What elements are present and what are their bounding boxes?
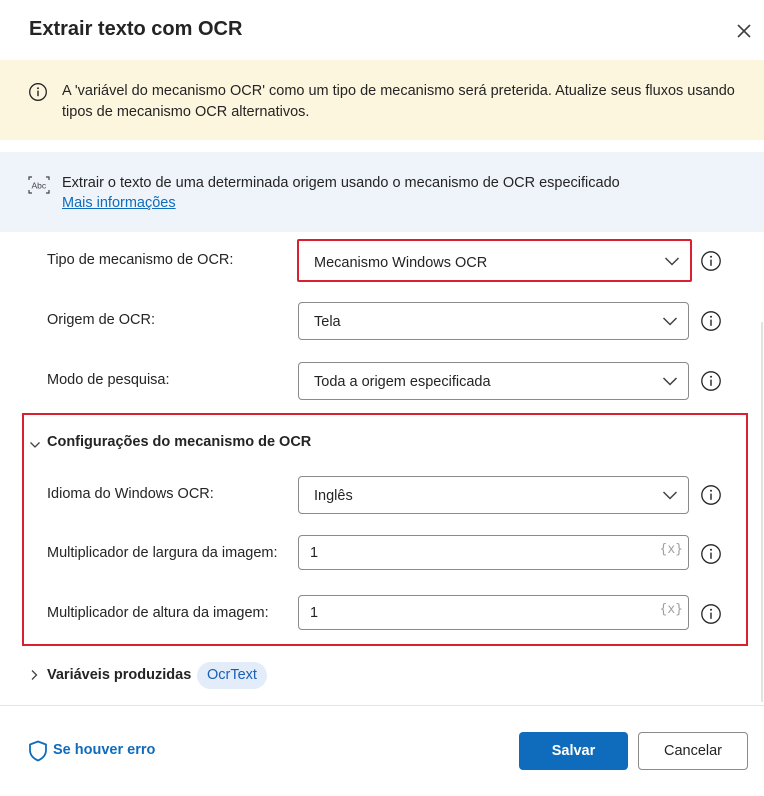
engine-settings-toggle[interactable] <box>29 437 41 455</box>
save-button[interactable]: Salvar <box>519 732 628 770</box>
engine-type-info-icon[interactable] <box>700 250 722 272</box>
search-mode-label: Modo de pesquisa: <box>47 372 170 388</box>
width-multiplier-input[interactable]: 1 {x} <box>298 535 689 570</box>
language-value: Inglês <box>314 488 353 504</box>
width-multiplier-label: Multiplicador de largura da imagem: <box>47 545 278 561</box>
warning-text: A 'variável do mecanismo OCR' como um ti… <box>62 83 735 120</box>
variable-picker-icon[interactable]: {x} <box>660 542 683 557</box>
height-multiplier-value: 1 <box>310 605 319 621</box>
chevron-down-icon <box>662 317 678 326</box>
ocr-source-value: Tela <box>314 314 341 330</box>
ocr-source-label: Origem de OCR: <box>47 312 155 328</box>
height-multiplier-input[interactable]: 1 {x} <box>298 595 689 630</box>
chevron-down-icon <box>664 257 680 266</box>
engine-type-dropdown[interactable]: Mecanismo Windows OCR <box>297 239 692 282</box>
close-icon <box>737 24 751 38</box>
shield-icon[interactable] <box>28 740 48 767</box>
variable-chip-ocrtext[interactable]: OcrText <box>197 662 267 689</box>
variables-produced-label: Variáveis produzidas <box>47 667 192 683</box>
footer-divider <box>0 705 764 706</box>
more-info-link[interactable]: Mais informações <box>62 195 176 211</box>
language-info-icon[interactable] <box>700 484 722 506</box>
description-banner <box>0 152 764 232</box>
chevron-down-icon <box>662 377 678 386</box>
search-mode-value: Toda a origem especificada <box>314 374 491 390</box>
engine-settings-title: Configurações do mecanismo de OCR <box>47 434 312 450</box>
variables-toggle[interactable] <box>29 668 39 686</box>
ocr-source-dropdown[interactable]: Tela <box>298 302 689 340</box>
text-recognition-icon: Abc <box>28 176 50 199</box>
cancel-button[interactable]: Cancelar <box>638 732 748 770</box>
ocr-source-info-icon[interactable] <box>700 310 722 332</box>
variable-picker-icon[interactable]: {x} <box>660 602 683 617</box>
language-label: Idioma do Windows OCR: <box>47 486 214 502</box>
svg-text:Abc: Abc <box>32 181 47 191</box>
height-multiplier-label: Multiplicador de altura da imagem: <box>47 605 269 621</box>
description-text: Extrair o texto de uma determinada orige… <box>62 175 620 191</box>
chevron-right-icon <box>31 670 38 680</box>
language-dropdown[interactable]: Inglês <box>298 476 689 514</box>
scrollbar[interactable] <box>761 322 763 702</box>
info-circle-icon <box>28 82 48 107</box>
search-mode-info-icon[interactable] <box>700 370 722 392</box>
width-multiplier-info-icon[interactable] <box>700 543 722 565</box>
width-multiplier-value: 1 <box>310 545 319 561</box>
chevron-down-icon <box>30 442 40 448</box>
close-button[interactable] <box>733 20 755 42</box>
search-mode-dropdown[interactable]: Toda a origem especificada <box>298 362 689 400</box>
engine-type-label: Tipo de mecanismo de OCR: <box>47 252 234 268</box>
engine-type-value: Mecanismo Windows OCR <box>314 255 488 271</box>
chevron-down-icon <box>662 491 678 500</box>
on-error-link[interactable]: Se houver erro <box>53 742 155 758</box>
dialog-title: Extrair texto com OCR <box>29 18 243 40</box>
height-multiplier-info-icon[interactable] <box>700 603 722 625</box>
